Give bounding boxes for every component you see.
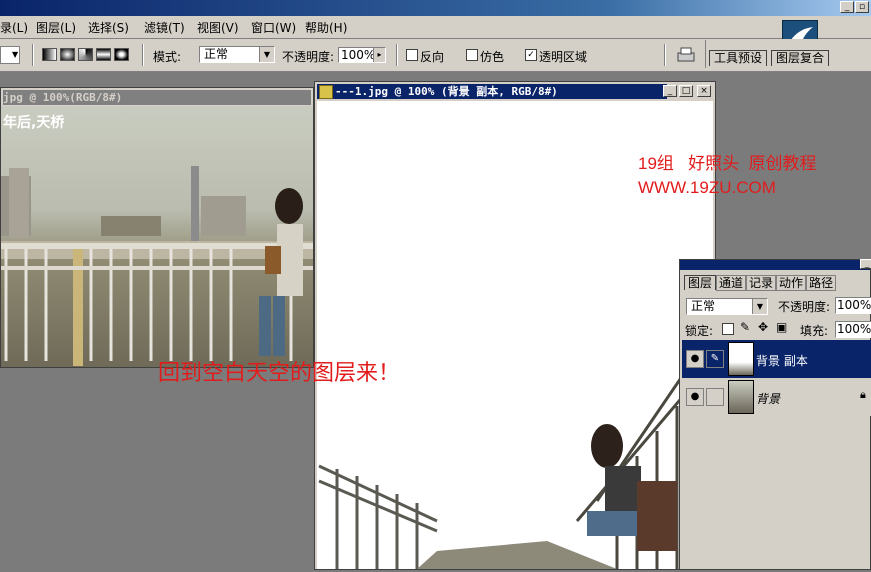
brush-icon[interactable]: ✎ bbox=[706, 350, 724, 368]
layers-panel-titlebar[interactable] bbox=[680, 260, 870, 270]
separator bbox=[664, 44, 666, 66]
document-icon bbox=[319, 85, 333, 99]
fill-value: 100% bbox=[837, 322, 871, 336]
mode-select[interactable]: 正常 ▼ bbox=[199, 46, 275, 63]
layer-opacity-label: 不透明度: bbox=[778, 300, 831, 314]
layer-row-background[interactable]: ● 背景 🔒︎ bbox=[682, 378, 871, 416]
lock-label: 锁定: bbox=[685, 324, 714, 338]
caret-right-icon[interactable]: ▸ bbox=[373, 48, 385, 62]
photo-bridge-girl: 年后,天桥 bbox=[1, 106, 313, 367]
layer-name: 背景 bbox=[756, 392, 781, 406]
transparency-label: 透明区域 bbox=[539, 50, 588, 64]
left-document-window[interactable]: jpg @ 100%(RGB/8#) 年后,天桥 bbox=[0, 87, 314, 368]
printer-icon[interactable] bbox=[675, 45, 697, 65]
angle-gradient-icon[interactable] bbox=[78, 48, 93, 61]
tab-tool-presets[interactable]: 工具预设 bbox=[709, 50, 768, 66]
chevron-down-icon[interactable]: ▼ bbox=[12, 46, 18, 64]
annotation-group: 19组 好照头 原创教程 bbox=[638, 154, 817, 173]
layers-list-empty bbox=[682, 416, 870, 568]
separator bbox=[32, 44, 34, 66]
fill-label: 填充: bbox=[800, 324, 829, 338]
tab-history[interactable]: 记录 bbox=[746, 275, 777, 291]
layer-opacity-value: 100% bbox=[837, 298, 871, 312]
doc-close-button[interactable]: × bbox=[697, 85, 711, 97]
layers-panel-tabs: 图层 通道 记录 动作 路径 bbox=[684, 274, 837, 291]
dither-label: 仿色 bbox=[480, 50, 505, 64]
radial-gradient-icon[interactable] bbox=[60, 48, 75, 61]
separator bbox=[396, 44, 398, 66]
chevron-down-icon[interactable]: ▼ bbox=[259, 47, 274, 62]
menu-item-layer[interactable]: 图层(L) bbox=[36, 19, 76, 36]
annotation-url: WWW.19ZU.COM bbox=[638, 178, 776, 197]
lock-brush-icon[interactable]: ✎ bbox=[740, 320, 750, 334]
layer-thumbnail bbox=[728, 342, 754, 376]
lock-icon: 🔒︎ bbox=[860, 388, 866, 401]
opacity-value: 100% bbox=[341, 48, 376, 62]
app-title-bar bbox=[0, 0, 871, 16]
menu-bar: 录(L) 图层(L) 选择(S) 滤镜(T) 视图(V) 窗口(W) 帮助(H) bbox=[0, 16, 871, 39]
doc-minimize-button[interactable]: _ bbox=[663, 85, 677, 97]
mode-label: 模式: bbox=[153, 50, 182, 64]
chevron-down-icon[interactable]: ▼ bbox=[752, 299, 767, 314]
panel-minimize-button[interactable]: _ bbox=[860, 259, 871, 269]
menu-item-filter[interactable]: 滤镜(T) bbox=[144, 19, 185, 36]
tab-paths[interactable]: 路径 bbox=[806, 275, 837, 291]
dither-checkbox[interactable] bbox=[466, 49, 478, 61]
link-slot[interactable] bbox=[706, 388, 724, 406]
tab-layer-comps[interactable]: 图层复合 bbox=[771, 50, 830, 66]
reverse-checkbox[interactable] bbox=[406, 49, 418, 61]
opacity-input[interactable]: 100% ▸ bbox=[338, 47, 386, 63]
separator bbox=[142, 44, 144, 66]
doc-maximize-button[interactable]: □ bbox=[679, 85, 693, 97]
annotation-instruction: 回到空白天空的图层来！ bbox=[158, 360, 401, 385]
menu-item-view[interactable]: 视图(V) bbox=[197, 19, 239, 36]
layer-row-background-copy[interactable]: ● ✎ 背景 副本 bbox=[682, 340, 871, 378]
fill-input[interactable]: 100% bbox=[835, 321, 871, 338]
opacity-label: 不透明度: bbox=[282, 50, 335, 64]
tab-layers[interactable]: 图层 bbox=[684, 275, 717, 290]
minimize-button[interactable]: _ bbox=[840, 1, 854, 13]
left-doc-title[interactable]: jpg @ 100%(RGB/8#) bbox=[3, 90, 311, 105]
tab-actions[interactable]: 动作 bbox=[776, 275, 807, 291]
menu-item-select[interactable]: 选择(S) bbox=[88, 19, 129, 36]
lock-move-icon[interactable]: ✥ bbox=[758, 320, 768, 334]
restore-button[interactable]: ▫ bbox=[855, 1, 869, 13]
mode-value: 正常 bbox=[204, 47, 229, 61]
reflected-gradient-icon[interactable] bbox=[96, 48, 111, 61]
menu-item-window[interactable]: 窗口(W) bbox=[251, 19, 296, 36]
blend-mode-value: 正常 bbox=[691, 299, 716, 313]
eye-icon[interactable]: ● bbox=[686, 388, 704, 406]
lock-all-icon[interactable]: ▣ bbox=[776, 320, 787, 334]
menu-item-select-prev[interactable]: 录(L) bbox=[0, 19, 28, 36]
menu-item-help[interactable]: 帮助(H) bbox=[305, 19, 347, 36]
lock-transparency-icon[interactable] bbox=[722, 323, 734, 335]
tab-channels[interactable]: 通道 bbox=[716, 275, 747, 291]
linear-gradient-icon[interactable] bbox=[42, 48, 57, 61]
main-doc-title[interactable]: ---1.jpg @ 100% (背景 副本, RGB/8#) bbox=[317, 84, 667, 99]
photo-watermark: 年后,天桥 bbox=[3, 115, 65, 131]
layer-thumbnail bbox=[728, 380, 754, 414]
diamond-gradient-icon[interactable] bbox=[114, 48, 129, 61]
blend-mode-select[interactable]: 正常 ▼ bbox=[686, 298, 768, 315]
layer-name: 背景 副本 bbox=[756, 354, 808, 368]
eye-icon[interactable]: ● bbox=[686, 350, 704, 368]
transparency-checkbox[interactable]: ✓ bbox=[525, 49, 537, 61]
reverse-label: 反向 bbox=[420, 50, 445, 64]
layer-opacity-input[interactable]: 100% bbox=[835, 297, 871, 314]
